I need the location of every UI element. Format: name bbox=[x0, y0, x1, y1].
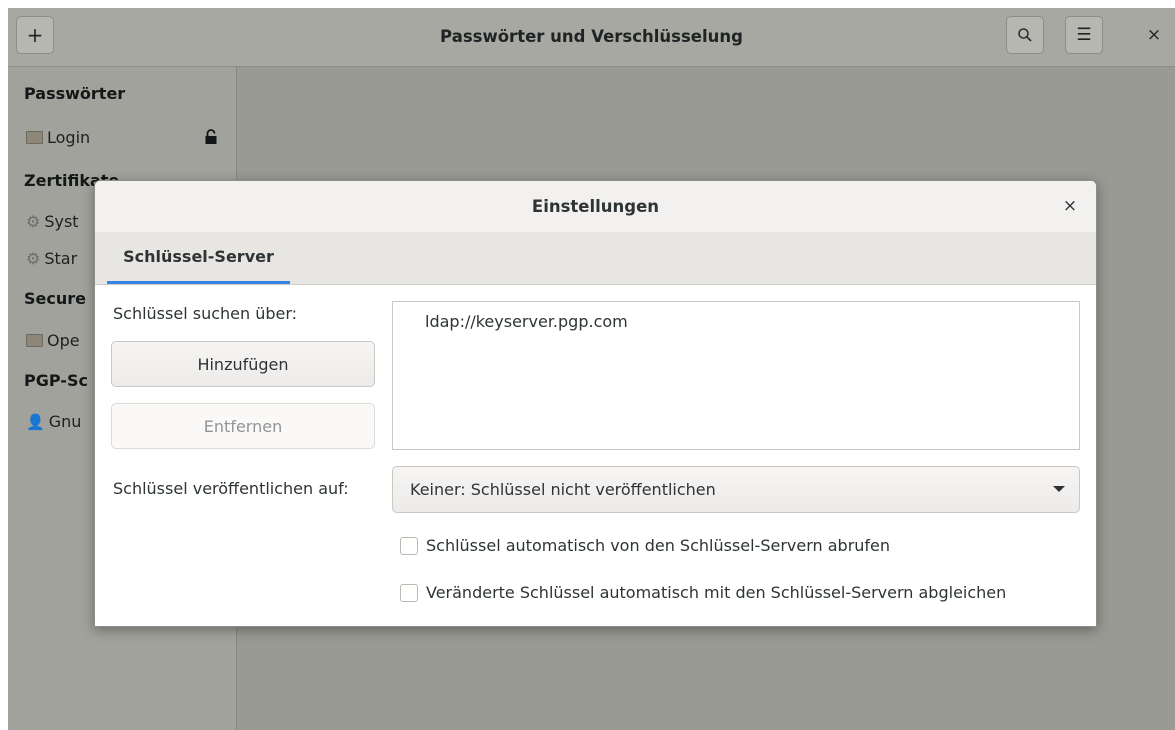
publish-server-dropdown[interactable]: Keiner: Schlüssel nicht veröffentlichen bbox=[392, 466, 1080, 513]
sidebar-item-label: Login bbox=[47, 128, 91, 147]
tab-key-servers[interactable]: Schlüssel-Server bbox=[107, 232, 290, 284]
sidebar-heading-passwords: Passwörter bbox=[24, 84, 126, 103]
sidebar-item-login[interactable]: Login bbox=[26, 128, 90, 147]
sidebar-item-openssh[interactable]: Ope bbox=[26, 331, 80, 350]
header-bar: + Passwörter und Verschlüsselung ☰ × bbox=[8, 8, 1175, 67]
sidebar-item-system[interactable]: ⚙ Syst bbox=[26, 212, 79, 231]
dropdown-selected-value: Keiner: Schlüssel nicht veröffentlichen bbox=[410, 480, 716, 499]
window-close-button[interactable]: × bbox=[1136, 16, 1172, 54]
gear-icon: ⚙ bbox=[26, 212, 41, 231]
publish-to-label: Schlüssel veröffentlichen auf: bbox=[113, 479, 349, 498]
folder-icon bbox=[26, 334, 43, 347]
preferences-dialog: Einstellungen × Schlüssel-Server Schlüss… bbox=[94, 180, 1097, 627]
window-title: Passwörter und Verschlüsselung bbox=[440, 27, 743, 46]
sidebar-item-label: Syst bbox=[44, 212, 79, 231]
dialog-header: Einstellungen × bbox=[95, 181, 1096, 233]
close-icon: × bbox=[1146, 25, 1162, 45]
search-button[interactable] bbox=[1006, 16, 1044, 54]
dialog-close-button[interactable]: × bbox=[1052, 188, 1088, 224]
sidebar-item-label: Star bbox=[44, 249, 78, 268]
hamburger-icon: ☰ bbox=[1076, 25, 1092, 45]
auto-sync-label: Veränderte Schlüssel automatisch mit den… bbox=[426, 583, 1007, 602]
sidebar-item-label: Ope bbox=[47, 331, 80, 350]
chevron-down-icon bbox=[1053, 486, 1065, 492]
remove-server-button[interactable]: Entfernen bbox=[111, 403, 375, 449]
search-icon bbox=[1018, 28, 1032, 42]
sidebar-item-gnupg[interactable]: 👤 Gnu bbox=[26, 412, 81, 431]
auto-retrieve-checkbox[interactable] bbox=[400, 536, 418, 555]
dialog-title: Einstellungen bbox=[531, 197, 660, 216]
gear-icon: ⚙ bbox=[26, 249, 41, 268]
search-via-label: Schlüssel suchen über: bbox=[113, 304, 298, 323]
main-menu-button[interactable]: ☰ bbox=[1065, 16, 1103, 54]
server-list[interactable]: ldap://keyserver.pgp.com bbox=[392, 301, 1080, 450]
sidebar-item-standard[interactable]: ⚙ Star bbox=[26, 249, 77, 268]
list-item[interactable]: ldap://keyserver.pgp.com bbox=[425, 312, 628, 331]
add-server-button[interactable]: Hinzufügen bbox=[111, 341, 375, 387]
sidebar-heading-pgp-keys: PGP-Sc bbox=[24, 371, 88, 390]
sidebar-item-label: Gnu bbox=[48, 412, 82, 431]
auto-retrieve-option[interactable]: Schlüssel automatisch von den Schlüssel-… bbox=[400, 536, 890, 555]
auto-sync-option[interactable]: Veränderte Schlüssel automatisch mit den… bbox=[400, 583, 1006, 602]
person-icon: 👤 bbox=[26, 412, 45, 431]
sidebar-heading-secure-shell: Secure bbox=[24, 289, 86, 308]
auto-sync-checkbox[interactable] bbox=[400, 583, 418, 602]
folder-icon bbox=[26, 131, 43, 144]
lock-icon[interactable] bbox=[204, 129, 218, 145]
close-icon: × bbox=[1062, 196, 1078, 216]
auto-retrieve-label: Schlüssel automatisch von den Schlüssel-… bbox=[426, 536, 891, 555]
tab-bar: Schlüssel-Server bbox=[95, 232, 1096, 285]
